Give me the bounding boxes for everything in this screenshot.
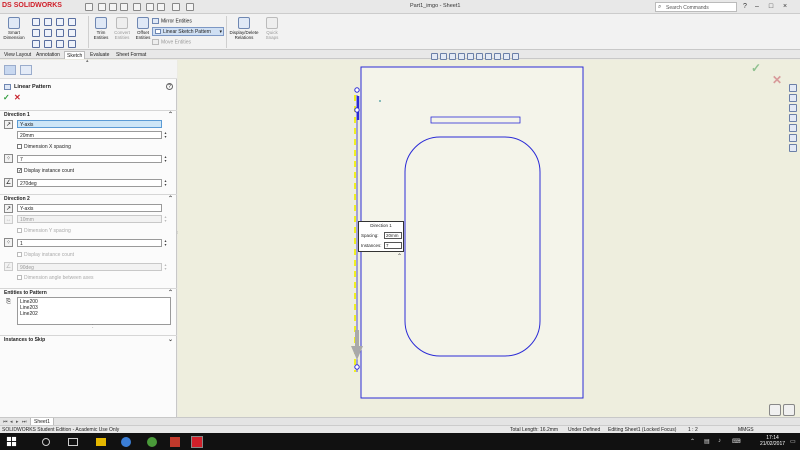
view-settings-icon[interactable] — [512, 53, 519, 60]
previous-view-icon[interactable] — [449, 53, 456, 60]
windows-taskbar: ⌃ ▤ ♪ ⌨ 17:14 21/02/2017 ▭ — [0, 433, 800, 450]
browser-icon[interactable] — [121, 437, 131, 447]
lock-view-icon[interactable] — [769, 404, 781, 416]
people-icon[interactable]: ⌃ — [690, 438, 695, 445]
windows-start-icon[interactable] — [6, 436, 17, 447]
callout-instances-field[interactable]: 7 — [384, 242, 402, 249]
view-palette-icon[interactable] — [789, 114, 797, 122]
appearances-icon[interactable] — [789, 124, 797, 132]
appearance-icon[interactable] — [494, 53, 501, 60]
custom-properties-icon[interactable] — [789, 134, 797, 142]
rotate-view-icon[interactable] — [783, 404, 795, 416]
callout-spacing-field[interactable]: 20mm — [384, 232, 402, 239]
sheet-tabs-bar: ⏮ ◂ ▸ ⏭ Sheet1 — [0, 417, 800, 426]
heads-up-view-toolbar — [431, 53, 521, 61]
solidworks-resources-icon[interactable] — [789, 84, 797, 92]
scene-icon[interactable] — [503, 53, 510, 60]
endpoint-handle[interactable] — [354, 107, 360, 113]
view-buttons — [769, 404, 797, 418]
hide-show-icon[interactable] — [485, 53, 492, 60]
zoom-to-fit-icon[interactable] — [431, 53, 438, 60]
callout-chevron-icon[interactable]: ⌃ — [397, 253, 402, 260]
task-view-icon[interactable] — [68, 438, 78, 446]
callout-title: Direction 1 — [370, 223, 392, 228]
confirm-cancel-icon[interactable]: ✕ — [772, 73, 782, 87]
notifications-icon[interactable]: ▭ — [790, 438, 796, 445]
section-view-icon[interactable] — [458, 53, 465, 60]
endpoint-handle[interactable] — [354, 87, 360, 93]
media-app-icon[interactable] — [170, 437, 180, 447]
endpoint-handle[interactable] — [354, 364, 360, 370]
search-icon[interactable] — [42, 438, 50, 446]
network-icon[interactable]: ▤ — [704, 438, 710, 445]
design-library-icon[interactable] — [789, 94, 797, 102]
callout-instances-label: Instances: — [361, 243, 382, 248]
sketch-point[interactable] — [379, 100, 381, 102]
view-orientation-icon[interactable] — [467, 53, 474, 60]
volume-icon[interactable]: ♪ — [718, 438, 721, 444]
callout-spacing-label: Spacing: — [361, 233, 379, 238]
status-bar: SOLIDWORKS Student Edition - Academic Us… — [0, 425, 800, 433]
direction-callout: Direction 1 Spacing: 20mm Instances: 7 — [358, 221, 404, 252]
display-style-icon[interactable] — [476, 53, 483, 60]
solidworks-taskbar-icon[interactable] — [191, 436, 203, 448]
file-explorer-icon[interactable] — [96, 438, 106, 446]
clock[interactable]: 17:14 21/02/2017 — [760, 435, 785, 447]
task-pane — [789, 84, 799, 168]
file-explorer-icon[interactable] — [789, 104, 797, 112]
zoom-area-icon[interactable] — [440, 53, 447, 60]
forum-icon[interactable] — [789, 144, 797, 152]
confirm-ok-icon[interactable]: ✓ — [751, 61, 761, 75]
direction-arrow-shaft[interactable] — [355, 330, 359, 347]
language-icon[interactable]: ⌨ — [732, 438, 741, 445]
chrome-icon[interactable] — [147, 437, 157, 447]
